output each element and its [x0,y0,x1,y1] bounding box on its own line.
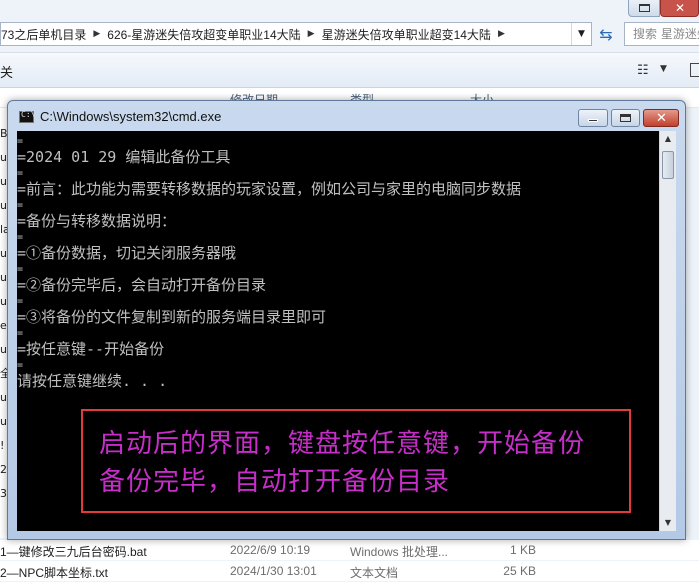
console-line: =②备份完毕后，会自动打开备份目录 [17,276,267,294]
minimize-button[interactable] [578,109,608,127]
console-line: =备份与转移数据说明： [17,212,177,230]
scroll-down-icon[interactable]: ▼ [660,515,676,531]
separator-line: = [17,136,24,147]
separator-line: = [17,296,24,307]
address-bar[interactable]: 73之后单机目录 ▶ 626-星游迷失倍攻超变单职业14大陆 ▶ 星游迷失倍攻单… [0,22,592,46]
console-line: =①备份数据，切记关闭服务器哦 [17,244,237,262]
annotation-callout: 启动后的界面，键盘按任意键，开始备份 备份完毕，自动打开备份目录 [81,409,631,513]
chevron-down-icon[interactable]: ▼ [660,64,667,74]
file-date: 2022/6/9 10:19 [230,543,311,557]
search-input[interactable]: 搜索 星游迷失 [624,22,699,46]
cmd-icon[interactable]: C:\ [19,110,35,123]
close-button[interactable]: ✕ [643,109,679,127]
file-date: 2024/1/30 13:01 [230,564,317,578]
separator-line: = [17,232,24,243]
separator-line: = [17,200,24,211]
separator-line: = [17,168,24,179]
breadcrumb-item[interactable]: 73之后单机目录 [1,26,92,43]
breadcrumb-item[interactable]: 626-星游迷失倍攻超变单职业14大陆 [107,26,306,43]
view-options-icon[interactable]: ☷ [637,63,649,78]
file-size: 25 KB [503,564,536,578]
file-name-fragment[interactable]: ! [0,440,4,452]
address-dropdown-icon[interactable]: ▼ [571,23,591,45]
console-prompt: 请按任意键继续. . . [17,372,168,390]
maximize-button[interactable] [628,0,660,17]
scroll-thumb[interactable] [662,151,674,179]
file-name: 1—键修改三九后台密码.bat [0,545,147,559]
breadcrumb-chevron-icon[interactable]: ▶ [307,29,322,39]
minimize-icon [588,119,598,122]
refresh-icon[interactable]: ⇆ [595,24,617,46]
separator-line: = [17,328,24,339]
preview-pane-icon[interactable] [690,63,699,77]
file-row[interactable]: 1—键修改三九后台密码.bat 2022/6/9 10:19 Windows 批… [0,540,699,560]
breadcrumb-chevron-icon[interactable]: ▶ [92,29,107,39]
separator-line: = [17,264,24,275]
file-name-fragment[interactable]: 2 [0,464,7,476]
close-icon: ✕ [656,111,667,126]
file-row[interactable]: 2—NPC脚本坐标.txt 2024/1/30 13:01 文本文档 25 KB [0,561,699,581]
maximize-icon [639,4,650,12]
annotation-line: 启动后的界面，键盘按任意键，开始备份 [99,429,586,459]
console-line: =前言：此功能为需要转移数据的玩家设置，例如公司与家里的电脑同步数据 [17,180,522,198]
cmd-titlebar[interactable]: C:\ C:\Windows\system32\cmd.exe ✕ [8,101,685,131]
console-line: =2024 01 29 编辑此备份工具 [17,148,231,166]
file-size: 1 KB [509,543,536,557]
file-name: 2—NPC脚本坐标.txt [0,566,109,580]
vertical-scrollbar[interactable]: ▲ ▼ [659,131,676,531]
command-bar: 关 ☷ ▼ [0,52,699,88]
console-line: =③将备份的文件复制到新的服务端目录里即可 [17,308,327,326]
separator-line: = [17,360,24,371]
file-type: 文本文档 [350,566,399,580]
window-title: C:\Windows\system32\cmd.exe [40,109,222,124]
breadcrumb-chevron-icon[interactable]: ▶ [497,29,512,39]
console-line: =按任意键--开始备份 [17,340,165,358]
scroll-up-icon[interactable]: ▲ [660,131,676,147]
close-icon: ✕ [675,1,686,15]
file-name-fragment[interactable]: 3 [0,488,7,500]
maximize-button[interactable] [611,109,640,127]
close-button[interactable]: ✕ [660,0,699,17]
toolbar-item[interactable]: 关 [0,62,13,81]
maximize-icon [620,114,631,122]
annotation-line: 备份完毕，自动打开备份目录 [99,467,451,497]
file-type: Windows 批处理... [350,545,449,559]
breadcrumb-item[interactable]: 星游迷失倍攻单职业超变14大陆 [322,26,497,43]
